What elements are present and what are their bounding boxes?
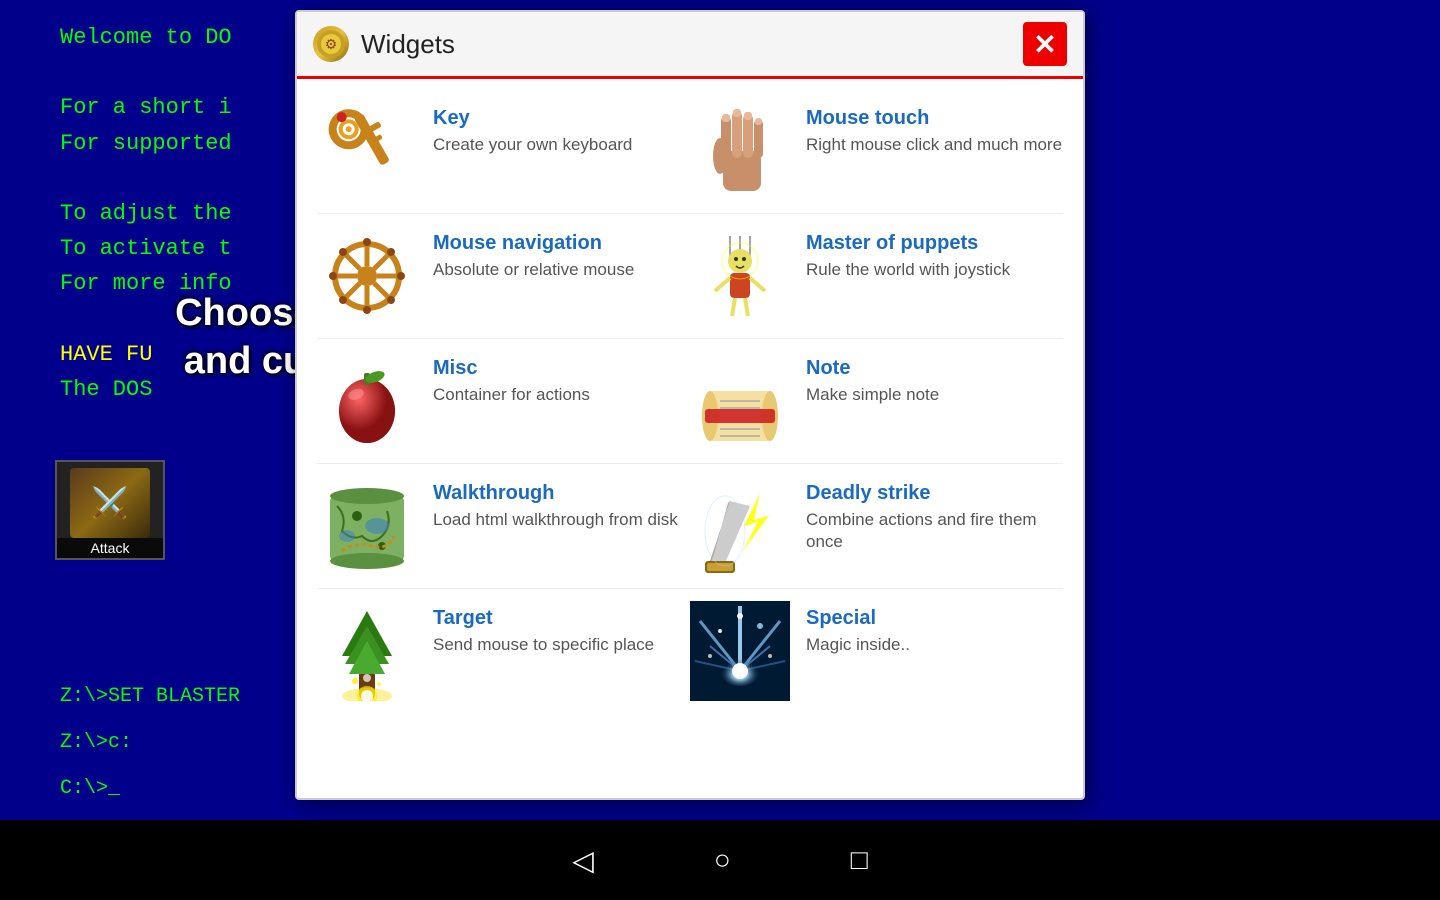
special-desc: Magic inside.. [806, 634, 1063, 656]
special-icon [690, 601, 790, 701]
widget-special[interactable]: Special Magic inside.. [690, 601, 1063, 701]
dialog-header: ⚙ Widgets ✕ [297, 12, 1083, 79]
target-desc: Send mouse to specific place [433, 634, 690, 656]
key-info: Key Create your own keyboard [433, 101, 690, 156]
key-icon [317, 101, 417, 201]
widget-row-2: Mouse navigation Absolute or relative mo… [297, 214, 1083, 338]
dos-commands: Z:\>SET BLASTER Z:\>c: C:\>_ [60, 685, 240, 800]
walkthrough-info: Walkthrough Load html walkthrough from d… [433, 476, 690, 531]
mouse-touch-icon [690, 101, 790, 201]
widget-misc[interactable]: Misc Container for actions [317, 351, 690, 451]
dialog-title: Widgets [361, 29, 1023, 60]
svg-text:⚙: ⚙ [325, 36, 338, 52]
note-desc: Make simple note [806, 384, 1063, 406]
mouse-touch-desc: Right mouse click and much more [806, 134, 1063, 156]
note-info: Note Make simple note [806, 351, 1063, 406]
misc-desc: Container for actions [433, 384, 690, 406]
walkthrough-icon [317, 476, 417, 576]
attack-button[interactable]: ⚔️ Attack [55, 460, 165, 560]
deadly-info: Deadly strike Combine actions and fire t… [806, 476, 1063, 553]
back-button[interactable]: ◁ [572, 844, 594, 877]
recent-button[interactable]: □ [851, 844, 868, 876]
key-desc: Create your own keyboard [433, 134, 690, 156]
widget-row-5: Target Send mouse to specific place [297, 589, 1083, 713]
special-info: Special Magic inside.. [806, 601, 1063, 656]
dialog-content: Key Create your own keyboard [297, 79, 1083, 798]
widgets-dialog: ⚙ Widgets ✕ [295, 10, 1085, 800]
dialog-header-icon: ⚙ [313, 26, 349, 62]
target-info: Target Send mouse to specific place [433, 601, 690, 656]
note-name: Note [806, 357, 1063, 380]
widget-note[interactable]: Note Make simple note [690, 351, 1063, 451]
attack-label: Attack [57, 538, 163, 558]
misc-info: Misc Container for actions [433, 351, 690, 406]
deadly-icon [690, 476, 790, 576]
note-icon [690, 351, 790, 451]
mouse-nav-desc: Absolute or relative mouse [433, 259, 690, 281]
dialog-close-button[interactable]: ✕ [1023, 22, 1067, 66]
misc-icon [317, 351, 417, 451]
mouse-touch-name: Mouse touch [806, 107, 1063, 130]
attack-icon: ⚔️ [70, 468, 150, 538]
widget-row-4: Walkthrough Load html walkthrough from d… [297, 464, 1083, 588]
misc-name: Misc [433, 357, 690, 380]
walkthrough-desc: Load html walkthrough from disk [433, 509, 690, 531]
deadly-name: Deadly strike [806, 482, 1063, 505]
master-info: Master of puppets Rule the world with jo… [806, 226, 1063, 281]
widget-row-1: Key Create your own keyboard [297, 89, 1083, 213]
master-icon [690, 226, 790, 326]
mouse-touch-info: Mouse touch Right mouse click and much m… [806, 101, 1063, 156]
mouse-nav-name: Mouse navigation [433, 232, 690, 255]
widget-key[interactable]: Key Create your own keyboard [317, 101, 690, 201]
walkthrough-name: Walkthrough [433, 482, 690, 505]
deadly-desc: Combine actions and fire them once [806, 509, 1063, 553]
target-name: Target [433, 607, 690, 630]
widget-walkthrough[interactable]: Walkthrough Load html walkthrough from d… [317, 476, 690, 576]
widget-mouse-touch[interactable]: Mouse touch Right mouse click and much m… [690, 101, 1063, 201]
navigation-bar: ◁ ○ □ [0, 820, 1440, 900]
key-name: Key [433, 107, 690, 130]
special-name: Special [806, 607, 1063, 630]
master-desc: Rule the world with joystick [806, 259, 1063, 281]
widget-deadly[interactable]: Deadly strike Combine actions and fire t… [690, 476, 1063, 576]
widget-master[interactable]: Master of puppets Rule the world with jo… [690, 226, 1063, 326]
mouse-nav-icon [317, 226, 417, 326]
master-name: Master of puppets [806, 232, 1063, 255]
home-button[interactable]: ○ [714, 844, 731, 876]
widget-mouse-nav[interactable]: Mouse navigation Absolute or relative mo… [317, 226, 690, 326]
widget-row-3: Misc Container for actions [297, 339, 1083, 463]
mouse-nav-info: Mouse navigation Absolute or relative mo… [433, 226, 690, 281]
widget-target[interactable]: Target Send mouse to specific place [317, 601, 690, 701]
target-icon [317, 601, 417, 701]
